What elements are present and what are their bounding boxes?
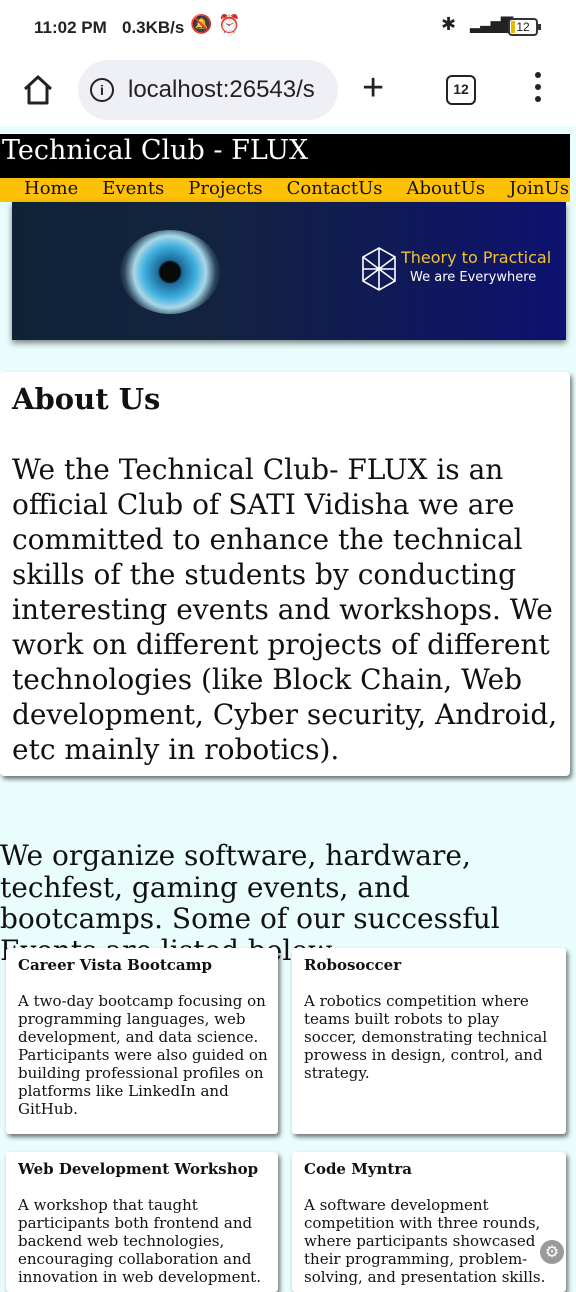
nav-projects[interactable]: Projects bbox=[188, 178, 262, 202]
event-title: Web Development Workshop bbox=[18, 1160, 259, 1178]
status-time: 11:02 PM bbox=[34, 18, 107, 37]
plus-icon[interactable]: + bbox=[362, 66, 384, 110]
settings-gear-icon[interactable]: ⚙ bbox=[540, 1240, 564, 1264]
info-icon[interactable]: i bbox=[90, 78, 114, 102]
event-description: A software development competition with … bbox=[304, 1196, 546, 1286]
about-heading: About Us bbox=[12, 382, 161, 416]
url-text[interactable]: localhost:26543/s bbox=[128, 76, 315, 104]
nav-joinus[interactable]: JoinUs bbox=[509, 178, 569, 202]
about-text: We the Technical Club- FLUX is an offici… bbox=[12, 453, 558, 766]
event-description: A two-day bootcamp focusing on programmi… bbox=[18, 992, 268, 1118]
signal-icon: ▂▃▅▇ bbox=[470, 16, 513, 33]
main-nav: Home Events Projects ContactUs AboutUs J… bbox=[0, 178, 570, 202]
event-card: Code Myntra A software development compe… bbox=[292, 1152, 566, 1292]
home-icon[interactable] bbox=[20, 72, 56, 108]
banner-title: Theory to Practical bbox=[401, 248, 552, 267]
alarm-icon: ⏰ bbox=[218, 14, 241, 34]
address-bar[interactable]: i localhost:26543/s bbox=[78, 60, 338, 120]
browser-toolbar: i localhost:26543/s + 12 bbox=[0, 56, 576, 126]
hero-banner: Theory to Practical We are Everywhere bbox=[12, 202, 566, 340]
event-title: Career Vista Bootcamp bbox=[18, 956, 212, 974]
event-title: Code Myntra bbox=[304, 1160, 412, 1178]
nav-home[interactable]: Home bbox=[24, 178, 78, 202]
battery-level: 12 bbox=[516, 20, 530, 34]
bluetooth-icon: ✱ bbox=[441, 14, 457, 34]
site-title: Technical Club - FLUX bbox=[0, 134, 570, 178]
event-description: A workshop that taught participants both… bbox=[18, 1196, 261, 1286]
event-title: Robosoccer bbox=[304, 956, 402, 974]
event-card: Career Vista Bootcamp A two-day bootcamp… bbox=[6, 948, 278, 1134]
status-bar: 11:02 PM 0.3KB/s 🔕 ⏰ ✱ ▂▃▅▇ 12 bbox=[0, 0, 576, 56]
about-section: About Us We the Technical Club- FLUX is … bbox=[0, 372, 570, 776]
battery-icon: 12 bbox=[508, 18, 541, 36]
event-description: A robotics competition where teams built… bbox=[304, 992, 548, 1082]
eye-graphic bbox=[120, 230, 220, 314]
tab-switcher-icon[interactable]: 12 bbox=[446, 75, 476, 105]
mute-icon: 🔕 bbox=[190, 14, 213, 34]
network-speed: 0.3KB/s bbox=[122, 18, 185, 37]
nav-aboutus[interactable]: AboutUs bbox=[407, 178, 486, 202]
banner-subtitle: We are Everywhere bbox=[410, 270, 537, 285]
event-card: Web Development Workshop A workshop that… bbox=[6, 1152, 278, 1292]
cube-logo-icon bbox=[362, 247, 396, 291]
nav-contactus[interactable]: ContactUs bbox=[287, 178, 383, 202]
menu-dots-icon[interactable] bbox=[528, 72, 548, 112]
nav-events[interactable]: Events bbox=[102, 178, 164, 202]
event-card: Robosoccer A robotics competition where … bbox=[292, 948, 566, 1134]
